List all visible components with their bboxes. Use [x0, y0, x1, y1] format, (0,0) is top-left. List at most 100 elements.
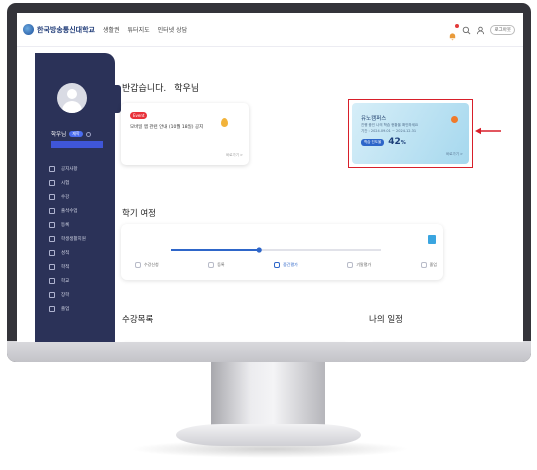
step-icon	[347, 262, 354, 268]
step-icon	[420, 262, 427, 268]
page-title: 반갑습니다. 학우님	[122, 81, 199, 94]
sidebar-item-label: 성적	[61, 251, 70, 256]
sidebar-item[interactable]: 졸업	[49, 302, 86, 316]
user-id-bar	[51, 141, 103, 148]
header-actions: 로그아웃	[448, 23, 515, 40]
sidebar-item[interactable]: 장학	[49, 288, 86, 302]
greeting-text: 반갑습니다.	[122, 84, 167, 94]
course-list-title: 수강목록	[122, 315, 154, 325]
sidebar-item-label: 공지사항	[61, 167, 78, 172]
edit-icon	[49, 180, 55, 186]
monitor-base	[176, 424, 361, 446]
journey-step[interactable]: 수강신청	[135, 262, 159, 268]
journey-title: 학기 여정	[122, 209, 156, 219]
unicampus-subtitle: 진행 중인 나의 학습 현황을 확인하세요	[361, 123, 419, 127]
journey-steps: 수강신청 등록 중간평가 기말평가 졸업	[135, 262, 437, 268]
sidebar-item-label: 학생생활지원	[61, 237, 86, 242]
sidebar-item-label: 졸업	[61, 307, 70, 312]
journey-marker	[256, 247, 262, 253]
top-nav: 생활권 튜터지도 인터넷 상담	[103, 25, 195, 34]
journey-step[interactable]: 기말평가	[347, 262, 371, 268]
sidebar-item[interactable]: 출석수업	[49, 204, 86, 218]
top-bar: 한국방송통신대학교 생활권 튜터지도 인터넷 상담 로그아웃	[17, 13, 523, 47]
journey-card: 수강신청 등록 중간평가 기말평가 졸업	[121, 224, 443, 280]
journey-progress-bar	[171, 247, 381, 253]
document-icon	[49, 166, 55, 172]
event-badge: Event	[130, 112, 148, 119]
sidebar-item[interactable]: 시험	[49, 176, 86, 190]
sidebar-item-label: 학적	[61, 265, 70, 270]
user-icon[interactable]	[476, 26, 485, 35]
school-icon	[49, 278, 55, 284]
search-icon[interactable]	[462, 26, 471, 35]
monitor-chin	[7, 341, 531, 362]
sidebar-item[interactable]: 성적	[49, 246, 86, 260]
progress-value: 42	[388, 137, 401, 147]
sidebar-item-label: 장학	[61, 293, 70, 298]
step-icon	[274, 262, 281, 268]
graduation-icon	[49, 306, 55, 312]
person-icon	[49, 236, 55, 242]
arrow-left-icon	[475, 127, 501, 135]
journey-step[interactable]: 중간평가	[274, 262, 298, 268]
sidebar-item[interactable]: 등록	[49, 218, 86, 232]
step-label: 기말평가	[356, 262, 372, 267]
logout-button[interactable]: 로그아웃	[490, 25, 515, 35]
greeting-name: 학우님	[174, 84, 200, 94]
sidebar-item-label: 출석수업	[61, 209, 78, 214]
drop-icon	[221, 118, 228, 127]
book-icon	[49, 194, 55, 200]
notification-icon[interactable]	[448, 23, 460, 40]
top-nav-item[interactable]: 튜터지도	[128, 25, 150, 34]
calendar-icon[interactable]	[428, 235, 436, 244]
unicampus-title: 유노캠퍼스	[361, 116, 387, 122]
progress-button[interactable]: 학습 진도율	[361, 138, 385, 146]
sidebar: 학우님 재학 공지사항 시험 수강 출석수업 등록 학생생활지원 성적 학적 학…	[35, 53, 115, 342]
unicampus-icon	[451, 116, 458, 123]
step-label: 등록	[217, 262, 225, 267]
sidebar-item[interactable]: 학적	[49, 260, 86, 274]
journey-step[interactable]: 졸업	[420, 262, 437, 268]
sidebar-item-label: 수강	[61, 195, 70, 200]
notification-dot	[455, 23, 460, 28]
sidebar-item-label: 학교	[61, 279, 70, 284]
unicampus-card[interactable]: 유노캠퍼스 진행 중인 나의 학습 현황을 확인하세요 기간 : 2024.09…	[352, 103, 469, 164]
sidebar-menu: 공지사항 시험 수강 출석수업 등록 학생생활지원 성적 학적 학교 장학 졸업	[49, 162, 86, 316]
avatar[interactable]	[57, 83, 87, 113]
logo-icon	[23, 24, 34, 35]
progress-unit: %	[400, 140, 406, 146]
progress-percent: 42%	[388, 137, 406, 147]
top-nav-item[interactable]: 생활권	[103, 25, 120, 34]
sidebar-item[interactable]: 공지사항	[49, 162, 86, 176]
unicampus-period: 기간 : 2024.09.01 ~ 2024.12.31	[361, 129, 417, 133]
notice-text: 모바일 앱 관련 안내 (10월 18일) 공지	[130, 125, 204, 130]
top-nav-item[interactable]: 인터넷 상담	[158, 25, 188, 34]
check-icon	[49, 222, 55, 228]
sidebar-item[interactable]: 수강	[49, 190, 86, 204]
monitor-stand	[211, 362, 325, 428]
sidebar-item[interactable]: 학교	[49, 274, 86, 288]
step-icon	[135, 262, 141, 268]
sidebar-item[interactable]: 학생생활지원	[49, 232, 86, 246]
settings-icon[interactable]	[85, 131, 91, 137]
sidebar-item-label: 등록	[61, 223, 70, 228]
step-icon	[208, 262, 215, 268]
building-icon	[49, 208, 55, 214]
people-icon	[49, 264, 55, 270]
sidebar-item-label: 시험	[61, 181, 70, 186]
logo-text: 한국방송통신대학교	[37, 25, 95, 34]
user-name: 학우님	[51, 132, 67, 138]
notice-card[interactable]: Event 모바일 앱 관련 안내 (10월 18일) 공지 바로가기 >	[121, 103, 249, 165]
unicampus-progress: 학습 진도율 42%	[361, 137, 406, 147]
user-info: 학우님 재학	[51, 130, 91, 138]
step-label: 중간평가	[283, 262, 298, 267]
notice-more-link[interactable]: 바로가기 >	[226, 153, 243, 158]
journey-step[interactable]: 등록	[208, 262, 225, 268]
schedule-title: 나의 일정	[369, 315, 403, 325]
status-badge: 재학	[69, 131, 83, 137]
step-label: 수강신청	[144, 262, 159, 267]
screen: 한국방송통신대학교 생활권 튜터지도 인터넷 상담 로그아웃 학우님 재학 공지…	[17, 13, 523, 342]
chart-icon	[49, 250, 55, 256]
unicampus-more-link[interactable]: 바로가기 >	[446, 152, 463, 157]
logo[interactable]: 한국방송통신대학교	[23, 24, 95, 35]
